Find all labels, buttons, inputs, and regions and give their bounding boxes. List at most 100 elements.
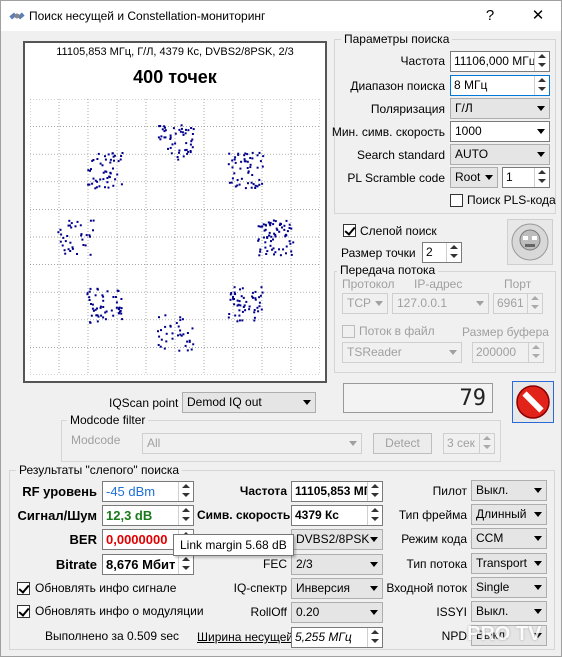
pls-mode-select[interactable]: Root [450,167,498,188]
protocol-select[interactable]: TCP [342,293,388,314]
snr-spinner[interactable] [178,506,193,525]
constellation-point [256,185,259,188]
constellation-point [261,182,264,185]
constellation-point [264,241,267,244]
constellation-point [254,184,257,187]
freq-input[interactable]: 11106,000 МГц [450,51,550,72]
stream-to-file-checkbox[interactable] [342,325,355,338]
constellation-point [238,319,241,322]
constellation-point [97,152,100,155]
chevron-down-icon [537,152,545,157]
constellation-point [171,143,174,146]
constellation-point [254,187,257,189]
res-sr-spinner[interactable] [367,506,382,525]
constellation-point [61,244,64,247]
pls-spinner[interactable] [534,168,549,187]
pls-label: PL Scramble code [347,171,445,185]
point-size-spinner[interactable] [446,243,461,262]
range-spinner[interactable] [534,76,549,95]
constellation-point [179,130,182,133]
constellation-point [80,234,83,237]
constellation-point [258,183,261,186]
range-input[interactable]: 8 МГц [450,75,550,96]
constellation-point [112,155,115,158]
close-button[interactable]: ✕ [515,1,561,31]
constellation-point [249,166,252,169]
constellation-point [260,225,263,228]
title-bar: Поиск несущей и Constellation-мониторинг… [1,1,561,31]
results-title: Результаты "слепого" поиска [16,463,183,477]
constellation-point [192,343,195,346]
constellation-point [269,224,272,227]
fec-select[interactable]: 2/3 [291,554,383,575]
input-stream-select[interactable]: Single [471,577,547,598]
bitrate-spinner[interactable] [178,555,193,574]
frame-label: Тип фрейма [398,508,467,522]
constellation-point [71,247,74,250]
pls-search-checkbox[interactable] [450,194,463,207]
writer-select[interactable]: TSReader [342,342,462,363]
constellation-point [102,178,105,181]
res-freq-value: 11105,853 МГц [295,484,378,498]
issyi-select[interactable]: Выкл. [471,601,547,622]
satellite-icon [9,12,25,20]
port-spinner[interactable] [527,294,542,313]
constellation-point [163,347,166,350]
rf-spinner[interactable] [178,482,193,501]
frame-select[interactable]: Длинный [471,504,547,525]
freq-spinner[interactable] [534,52,549,71]
constellation-point [90,303,92,305]
rolloff-value: 0.20 [296,605,320,619]
bandwidth-link[interactable]: Ширина несущей [197,630,293,644]
scan-button[interactable] [507,219,553,265]
port-input[interactable]: 6961 [493,293,543,314]
update-signal-checkbox[interactable] [17,582,30,595]
stop-button[interactable] [512,381,554,423]
constellation-point [112,314,115,317]
min-sr-select[interactable]: 1000 [450,121,550,142]
rolloff-select[interactable]: 0.20 [291,602,383,623]
res-mod-select[interactable]: DVBS2/8PSK [291,529,383,550]
standard-select[interactable]: AUTO [450,144,550,165]
res-freq-spinner[interactable] [367,482,382,501]
constellation-point [178,128,181,131]
pol-select[interactable]: Г/Л [450,98,550,119]
constellation-point [179,316,182,319]
constellation-point [96,288,99,291]
constellation-point [164,314,167,317]
constellation-point [179,333,182,336]
timeout-spinner[interactable] [479,434,494,453]
range-label: Диапазон поиска [350,79,445,93]
pilot-select[interactable]: Выкл. [471,480,547,501]
chevron-down-icon [534,609,542,614]
bandwidth-spinner[interactable] [367,628,382,647]
buffer-input[interactable]: 200000 [472,342,544,363]
pls-code-input[interactable]: 1 [502,167,550,188]
constellation-point [90,314,93,317]
iqscan-select[interactable]: Demod IQ out [182,392,316,413]
constellation-point [177,158,180,161]
blind-search-checkbox[interactable] [343,224,356,237]
constellation-point [242,306,245,308]
constellation-point [280,223,282,226]
ber-label: BER [69,532,97,547]
ip-select[interactable]: 127.0.0.1 [392,293,489,314]
constellation-point [227,316,230,319]
buffer-spinner[interactable] [528,343,543,362]
constellation-point [247,182,249,185]
constellation-point [102,306,105,308]
constellation-point [178,349,181,352]
constellation-point [251,151,254,154]
timeout-input[interactable]: 3 сек [443,433,495,454]
constellation-point [236,320,239,323]
constellation-point [184,344,187,347]
help-button[interactable]: ? [467,1,513,31]
iq-select[interactable]: Инверсия [291,578,383,599]
modcode-value: All [147,436,161,450]
modcode-select[interactable]: All [142,433,362,454]
point-size-input[interactable]: 2 [422,242,462,263]
update-mod-checkbox[interactable] [17,605,30,618]
ccm-select[interactable]: CCM [471,528,547,549]
stream-type-select[interactable]: Transport [471,553,547,574]
detect-button[interactable]: Detect [373,433,432,454]
